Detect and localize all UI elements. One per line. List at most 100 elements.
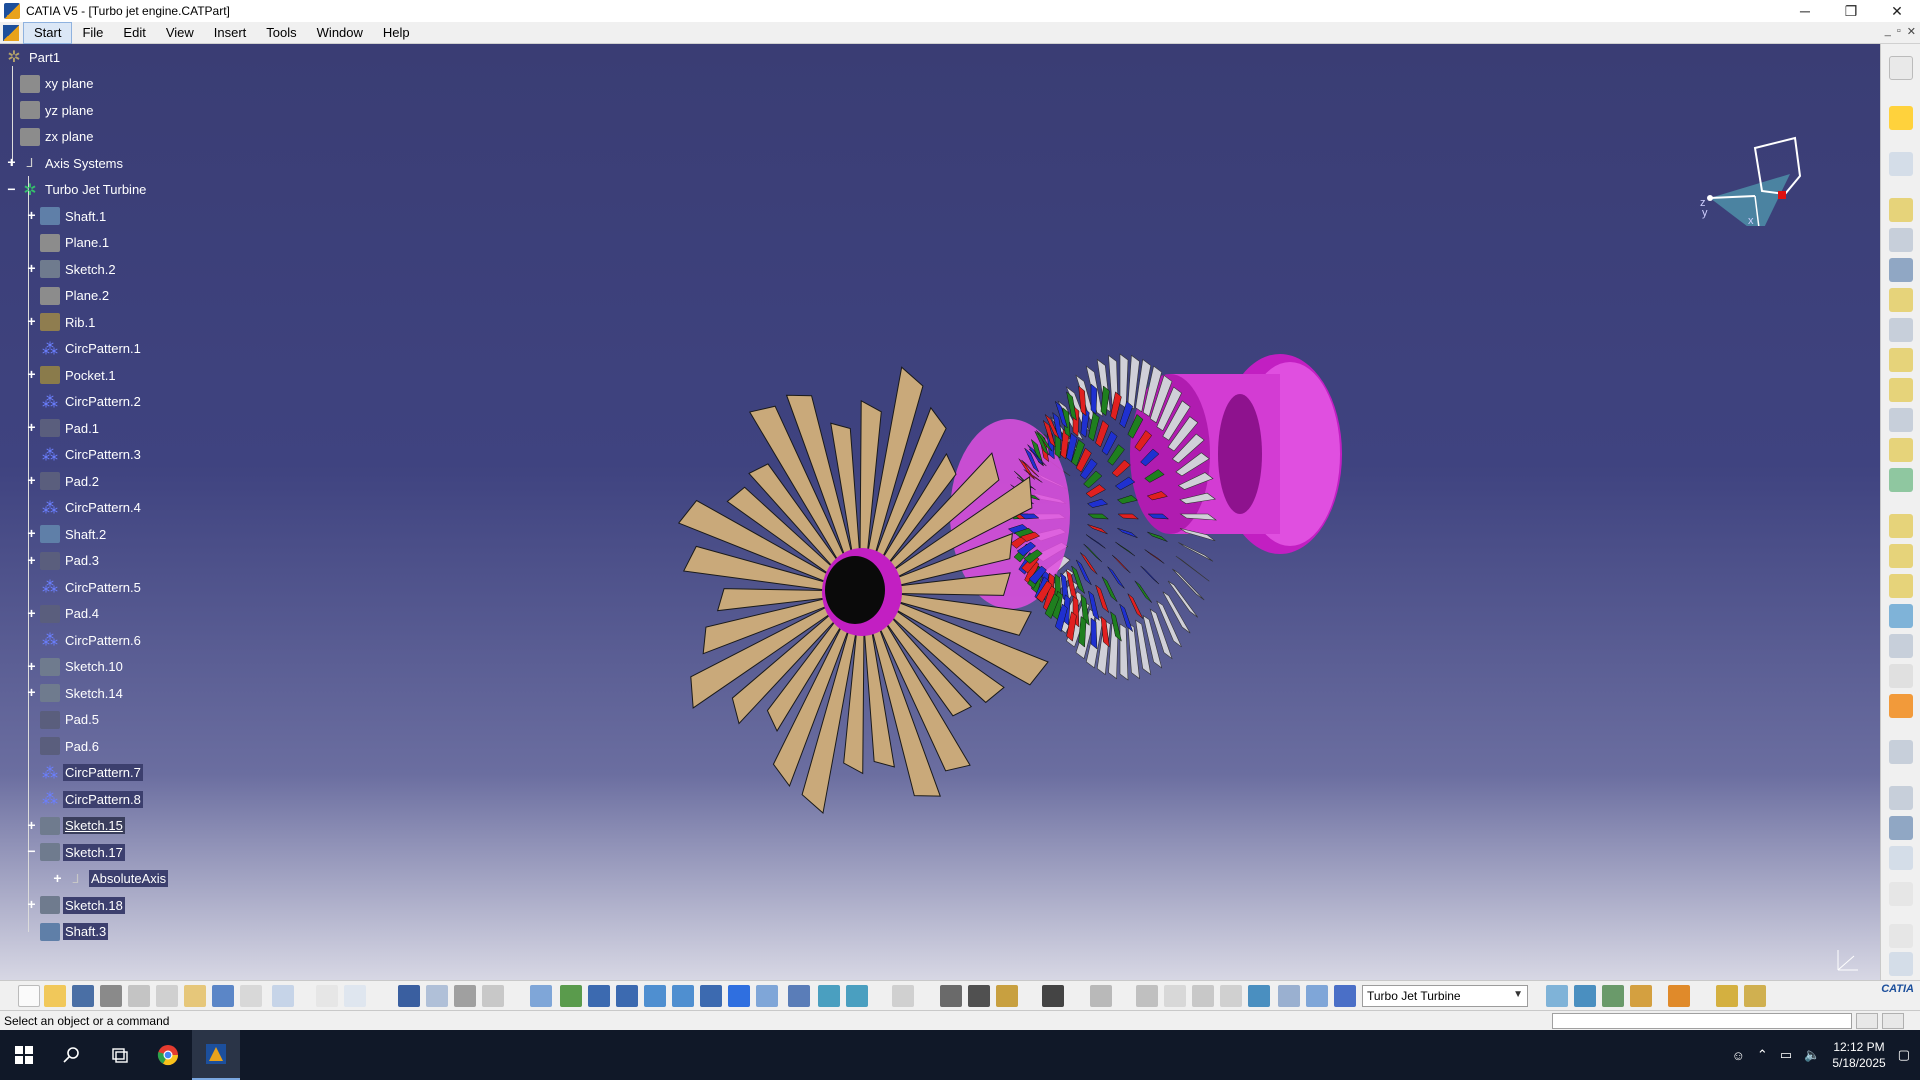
tree-node[interactable]: − Sketch.17 <box>27 841 125 863</box>
expand-icon[interactable]: + <box>26 473 37 487</box>
menu-window[interactable]: Window <box>307 23 373 43</box>
current-body-select[interactable]: Turbo Jet Turbine ▼ <box>1362 985 1528 1007</box>
tree-node[interactable]: zx plane <box>20 126 95 148</box>
table-icon[interactable] <box>398 985 420 1007</box>
tree-node[interactable]: + Pad.4 <box>27 603 101 625</box>
network-icon[interactable]: ▭ <box>1780 1047 1792 1063</box>
rotate-icon[interactable] <box>616 985 638 1007</box>
tree-node[interactable]: ⁂ CircPattern.2 <box>40 391 143 413</box>
plane-tool-icon[interactable] <box>1248 985 1270 1007</box>
formula-icon[interactable] <box>316 985 338 1007</box>
catalog-icon[interactable] <box>482 985 504 1007</box>
menu-edit[interactable]: Edit <box>113 23 155 43</box>
update-icon[interactable] <box>892 985 914 1007</box>
boolean-icon[interactable] <box>1574 985 1596 1007</box>
status-button-2[interactable] <box>1882 1013 1904 1029</box>
comment-icon[interactable] <box>344 985 366 1007</box>
maximize-button[interactable]: ❐ <box>1828 0 1874 22</box>
menu-help[interactable]: Help <box>373 23 420 43</box>
axis-system-tool-icon[interactable] <box>1192 985 1214 1007</box>
tree-node[interactable]: xy plane <box>20 73 95 95</box>
pocket-tool-icon[interactable] <box>1889 228 1913 252</box>
tree-node[interactable]: Plane.2 <box>40 285 111 307</box>
task-view-icon[interactable] <box>96 1030 144 1080</box>
fit-all-icon[interactable] <box>560 985 582 1007</box>
tree-node[interactable]: + Pad.1 <box>27 417 101 439</box>
chevron-up-icon[interactable]: ⌃ <box>1757 1047 1768 1063</box>
tree-node[interactable]: + Shaft.2 <box>27 523 108 545</box>
select-arrow-icon[interactable] <box>1889 106 1913 130</box>
tree-node[interactable]: Plane.1 <box>40 232 111 254</box>
tree-node[interactable]: + Sketch.18 <box>27 894 125 916</box>
print-icon[interactable] <box>100 985 122 1007</box>
expand-icon[interactable]: + <box>26 818 37 832</box>
draft-icon[interactable] <box>1889 574 1913 598</box>
tree-node[interactable]: + ⅃ AbsoluteAxis <box>53 868 169 890</box>
notification-icon[interactable]: ▢ <box>1898 1047 1910 1063</box>
split-icon[interactable] <box>1744 985 1766 1007</box>
expand-icon[interactable]: + <box>26 420 37 434</box>
doc-restore-button[interactable]: ▫ <box>1897 25 1901 38</box>
tree-node[interactable]: + ⅃ Axis Systems <box>7 152 125 174</box>
hole-tool-icon[interactable] <box>1889 318 1913 342</box>
compass-icon[interactable]: y z x <box>1700 116 1810 226</box>
copy-icon[interactable] <box>156 985 178 1007</box>
settings-gear-icon[interactable] <box>1889 56 1913 80</box>
catia-taskbar-icon[interactable] <box>192 1030 240 1080</box>
shell-icon[interactable] <box>1889 604 1913 628</box>
zoom-in-icon[interactable] <box>644 985 666 1007</box>
expand-icon[interactable]: + <box>26 314 37 328</box>
doc-minimize-button[interactable]: _ <box>1885 25 1891 38</box>
intersect-icon[interactable] <box>1630 985 1652 1007</box>
analysis-icon[interactable] <box>1889 952 1913 976</box>
expand-icon[interactable]: + <box>26 606 37 620</box>
tree-node[interactable]: + Shaft.1 <box>27 205 108 227</box>
line-tool-icon[interactable] <box>1278 985 1300 1007</box>
windows-start-icon[interactable] <box>0 1030 48 1080</box>
expand-icon[interactable]: + <box>26 261 37 275</box>
tree-node[interactable]: ⁂ CircPattern.1 <box>40 338 143 360</box>
tree-node[interactable]: Shaft.3 <box>40 921 109 943</box>
open-folder-icon[interactable] <box>44 985 66 1007</box>
insert-body-icon[interactable] <box>1546 985 1568 1007</box>
search-icon[interactable] <box>48 1030 96 1080</box>
status-button-1[interactable] <box>1856 1013 1878 1029</box>
close-button[interactable]: ✕ <box>1874 0 1920 22</box>
thread-icon[interactable] <box>1889 664 1913 688</box>
loft-tool-icon[interactable] <box>1889 438 1913 462</box>
remove-loft-tool-icon[interactable] <box>1889 468 1913 492</box>
rectangular-pattern-icon[interactable] <box>1889 816 1913 840</box>
hide-show-icon[interactable] <box>818 985 840 1007</box>
whats-this-icon[interactable] <box>272 985 294 1007</box>
pad-tool-icon[interactable] <box>1889 198 1913 222</box>
edge-fillet-icon[interactable] <box>1889 514 1913 538</box>
collapse-icon[interactable]: − <box>26 844 37 858</box>
3d-viewport[interactable]: ✲ Part1 xy plane yz plane zx plane + ⅃ Axis Sys… <box>0 44 1880 980</box>
scaling-icon[interactable] <box>1889 846 1913 870</box>
tree-node[interactable]: ⁂ CircPattern.4 <box>40 497 143 519</box>
new-file-icon[interactable] <box>18 985 40 1007</box>
surface-icon[interactable] <box>1716 985 1738 1007</box>
expand-icon[interactable]: + <box>26 553 37 567</box>
groove-tool-icon[interactable] <box>1889 288 1913 312</box>
tree-node[interactable]: ⁂ CircPattern.3 <box>40 444 143 466</box>
measure-item-icon[interactable] <box>968 985 990 1007</box>
define-work-object-icon[interactable] <box>1334 985 1356 1007</box>
thickness-icon[interactable] <box>1889 634 1913 658</box>
expand-icon[interactable]: + <box>26 526 37 540</box>
tree-node[interactable]: + Sketch.15 <box>27 815 125 837</box>
expand-icon[interactable]: + <box>26 659 37 673</box>
tree-node[interactable]: + Sketch.14 <box>27 682 125 704</box>
tree-node[interactable]: ⁂ CircPattern.7 <box>40 762 143 784</box>
remove-icon[interactable] <box>1668 985 1690 1007</box>
tree-node[interactable]: + Pocket.1 <box>27 364 118 386</box>
minimize-button[interactable]: ─ <box>1782 0 1828 22</box>
compass-tool-icon[interactable] <box>1164 985 1186 1007</box>
pan-icon[interactable] <box>588 985 610 1007</box>
expand-icon[interactable]: + <box>26 367 37 381</box>
knowledge-icon[interactable] <box>426 985 448 1007</box>
power-input-field[interactable] <box>1552 1013 1852 1029</box>
redo-icon[interactable] <box>240 985 262 1007</box>
assemble-icon[interactable] <box>1602 985 1624 1007</box>
multi-view-icon[interactable] <box>728 985 750 1007</box>
